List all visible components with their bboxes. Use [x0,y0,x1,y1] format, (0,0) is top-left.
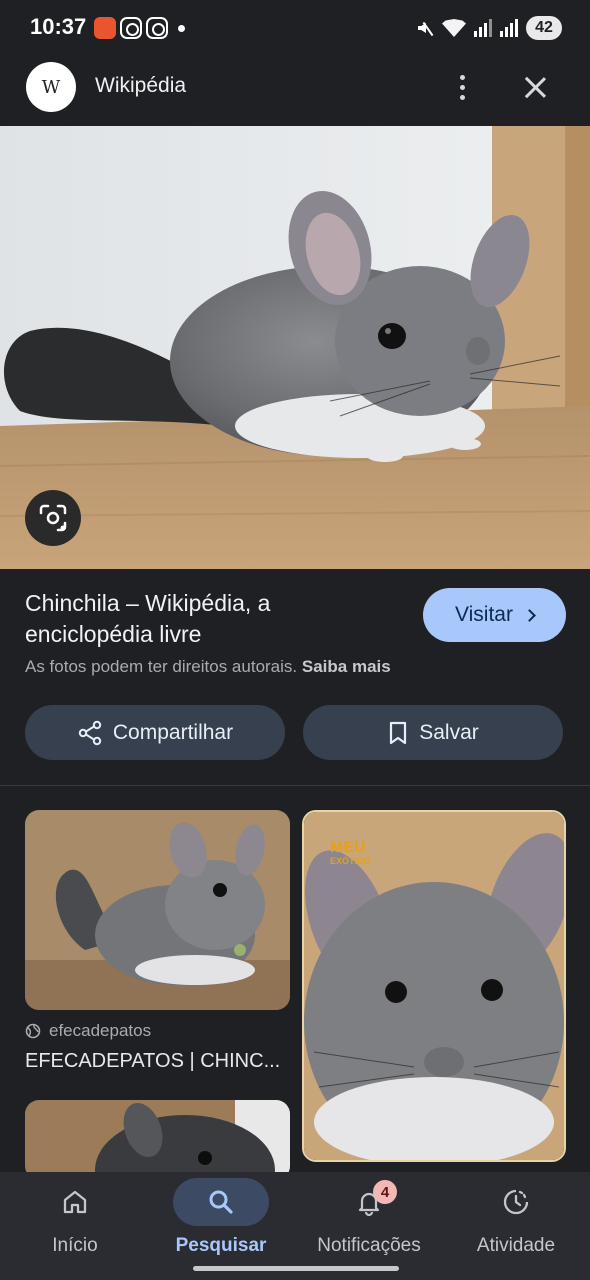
bottom-navigation: Início Pesquisar 4 Notificações Atividad… [0,1172,590,1280]
status-bar: 10:37 42 [0,0,590,56]
status-time: 10:37 [30,14,87,39]
chinchilla-photo [25,1100,290,1180]
nav-home[interactable]: Início [5,1172,145,1280]
result-title[interactable]: Chinchila – Wikipédia, a enciclopédia li… [25,588,385,650]
wifi-icon [442,19,466,37]
nav-notifications-label: Notificações [317,1235,421,1256]
wikipedia-logo[interactable]: W [26,62,76,112]
related-title[interactable]: EFECADEPATOS | CHINC... [25,1050,285,1073]
copyright-notice: As fotos podem ter direitos autorais. Sa… [25,657,391,677]
signal-icon [500,19,518,37]
related-source-name: efecadepatos [49,1021,152,1040]
activity-icon [503,1189,529,1215]
save-button[interactable]: Salvar [303,705,563,760]
home-icon [63,1190,87,1214]
close-icon[interactable] [520,72,550,102]
save-label: Salvar [419,720,479,744]
copyright-text: As fotos podem ter direitos autorais. [25,657,298,676]
chinchilla-photo [0,126,590,569]
source-title[interactable]: Wikipédia [95,74,186,98]
related-image-2[interactable]: MEU EXÓTICO [302,810,566,1162]
more-options-icon[interactable] [450,70,474,104]
meu-exotico-logo: MEU [330,839,366,856]
viewer-header: W Wikipédia [0,56,590,126]
share-label: Compartilhar [112,720,234,744]
main-image[interactable] [0,126,590,569]
google-lens-button[interactable] [25,490,81,546]
home-indicator[interactable] [193,1266,399,1271]
divider [0,785,590,786]
signal-icon [474,19,492,37]
nav-search[interactable]: Pesquisar [151,1172,291,1280]
battery-indicator: 42 [526,16,562,40]
visit-button[interactable]: Visitar [423,588,566,642]
chevron-right-icon [523,608,536,622]
nav-activity-label: Atividade [476,1235,556,1256]
notification-badge: 4 [373,1180,397,1204]
related-image-3[interactable] [25,1100,290,1180]
learn-more-link[interactable]: Saiba mais [302,657,391,676]
nav-notifications[interactable]: 4 Notificações [299,1172,439,1280]
chinchilla-photo: MEU EXÓTICO [304,812,564,1160]
mute-icon [416,19,434,37]
search-icon [209,1190,233,1214]
meu-exotico-logo-sub: EXÓTICO [330,855,371,866]
share-icon [78,720,102,745]
related-source[interactable]: efecadepatos [25,1021,151,1041]
visit-label: Visitar [455,603,513,626]
nav-activity[interactable]: Atividade [446,1172,586,1280]
chinchilla-photo [25,810,290,1010]
instagram-icon [120,17,142,39]
share-button[interactable]: Compartilhar [25,705,285,760]
app-notification-icon [94,17,116,39]
related-image-1[interactable] [25,810,290,1010]
nav-search-label: Pesquisar [175,1235,267,1256]
bookmark-icon [390,721,407,744]
instagram-icon [146,17,168,39]
globe-icon [25,1023,41,1039]
dot-icon [178,25,185,32]
nav-home-label: Início [52,1235,98,1256]
lens-icon [39,504,67,532]
